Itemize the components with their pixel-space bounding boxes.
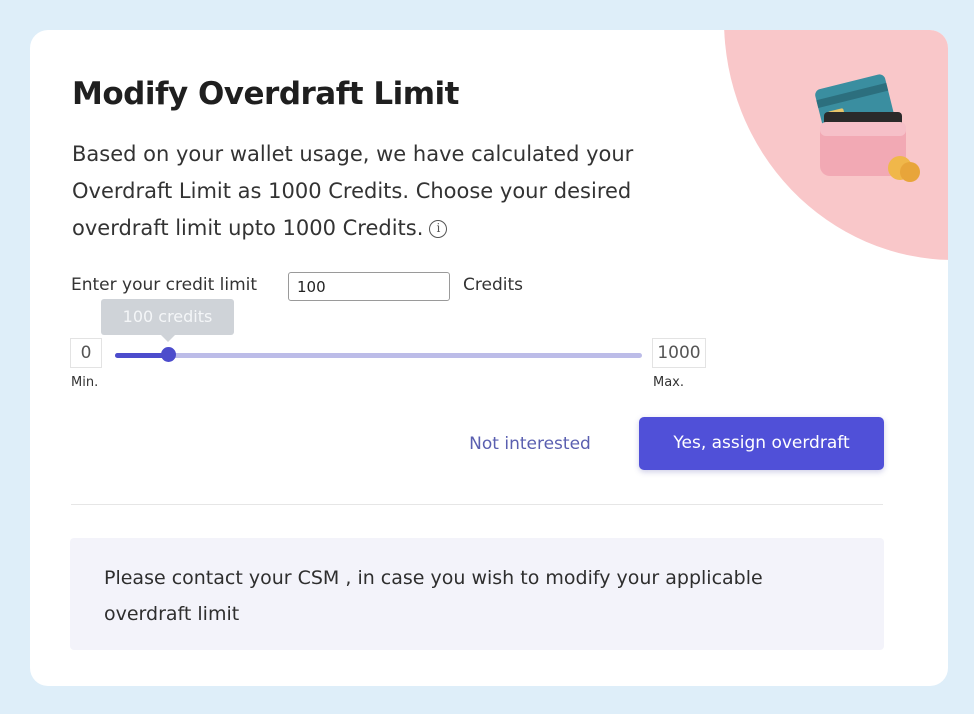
slider-min-caption: Min. — [71, 375, 99, 390]
slider-max-caption: Max. — [653, 375, 685, 390]
credit-limit-label: Enter your credit limit — [71, 275, 258, 295]
csm-note-box: Please contact your CSM , in case you wi… — [70, 538, 884, 650]
wallet-illustration-icon — [815, 74, 920, 182]
credits-unit-label: Credits — [463, 275, 523, 295]
description-text: Based on your wallet usage, we have calc… — [72, 142, 634, 240]
slider-thumb[interactable] — [161, 347, 176, 362]
csm-note-text: Please contact your CSM , in case you wi… — [104, 567, 763, 625]
slider-tooltip-arrow — [161, 335, 175, 342]
overdraft-dialog: Modify Overdraft Limit Based on your wal… — [30, 30, 948, 686]
slider-track[interactable] — [115, 353, 642, 358]
slider-min-value: 0 — [70, 338, 102, 368]
info-icon[interactable]: i — [429, 220, 448, 238]
divider — [71, 504, 883, 505]
slider-max-value: 1000 — [652, 338, 706, 368]
slider-tooltip: 100 credits — [101, 299, 234, 335]
assign-overdraft-button[interactable]: Yes, assign overdraft — [639, 417, 884, 470]
dialog-title: Modify Overdraft Limit — [72, 76, 459, 112]
credit-limit-input[interactable] — [288, 272, 450, 301]
not-interested-button[interactable]: Not interested — [450, 424, 610, 464]
dialog-description: Based on your wallet usage, we have calc… — [72, 136, 722, 247]
